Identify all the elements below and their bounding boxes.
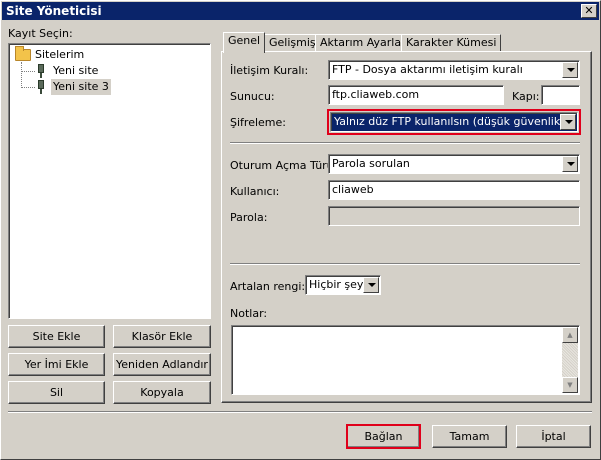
ok-button[interactable]: Tamam (432, 425, 507, 448)
encryption-label: Şifreleme: (230, 116, 286, 129)
tree-item-label: Sitelerim (35, 48, 85, 61)
logon-type-select[interactable]: Parola sorulan (328, 154, 580, 174)
title-bar: Site Yöneticisi ✕ (2, 2, 599, 20)
encryption-select[interactable]: Yalnız düz FTP kullanılsın (düşük güvenl… (327, 109, 581, 135)
notes-scrollbar[interactable]: ▲ ▼ (562, 327, 578, 393)
close-icon[interactable]: ✕ (581, 4, 597, 18)
port-label: Kapı: (512, 90, 540, 103)
copy-button[interactable]: Kopyala (113, 381, 211, 404)
site-tree[interactable]: Sitelerim Yeni site Yeni site 3 (8, 43, 211, 319)
user-label: Kullanıcı: (230, 185, 280, 198)
tree-connector (21, 62, 22, 88)
port-input[interactable] (541, 85, 580, 105)
divider (230, 142, 580, 144)
host-label: Sunucu: (230, 90, 275, 103)
password-input[interactable] (328, 206, 580, 226)
bg-color-select[interactable]: Hiçbir şey (305, 275, 381, 295)
cancel-button[interactable]: İptal (516, 425, 591, 448)
add-bookmark-button[interactable]: Yer İmi Ekle (8, 353, 105, 376)
tree-connector (21, 71, 35, 72)
encryption-value: Yalnız düz FTP kullanılsın (düşük güvenl… (334, 115, 565, 128)
password-label: Parola: (230, 211, 268, 224)
tab-general[interactable]: Genel (223, 32, 266, 53)
footer-divider (8, 411, 592, 413)
folder-icon (15, 46, 31, 61)
notes-textarea[interactable]: ▲ ▼ (231, 325, 580, 395)
delete-button[interactable]: Sil (8, 381, 105, 404)
add-folder-button[interactable]: Klasör Ekle (113, 325, 211, 348)
chevron-down-icon[interactable] (562, 62, 578, 78)
user-input[interactable]: cliaweb (328, 180, 580, 200)
server-icon (37, 64, 45, 78)
site-manager-window: Site Yöneticisi ✕ Kayıt Seçin: Sitelerim… (0, 0, 601, 460)
chevron-down-icon[interactable] (363, 277, 379, 293)
tree-connector (21, 87, 35, 88)
logon-type-value: Parola sorulan (332, 157, 410, 170)
window-title: Site Yöneticisi (6, 4, 102, 18)
server-icon (37, 80, 45, 94)
tree-item-label: Yeni site (53, 64, 99, 77)
tab-transfer-settings[interactable]: Aktarım Ayarları (315, 34, 414, 52)
bg-color-value: Hiçbir şey (309, 278, 364, 291)
tree-item-label: Yeni site 3 (51, 79, 111, 95)
protocol-label: İletişim Kuralı: (230, 64, 309, 77)
scroll-up-icon[interactable]: ▲ (562, 327, 578, 343)
notes-label: Notlar: (230, 307, 268, 320)
tab-advanced[interactable]: Gelişmiş (264, 34, 321, 52)
rename-button[interactable]: Yeniden Adlandır (113, 353, 211, 376)
bg-color-label: Artalan rengi: (230, 280, 306, 293)
chevron-down-icon[interactable] (562, 156, 578, 172)
protocol-value: FTP - Dosya aktarımı iletişim kuralı (332, 63, 523, 76)
scroll-down-icon[interactable]: ▼ (562, 377, 578, 393)
select-entry-label: Kayıt Seçin: (8, 27, 73, 40)
tab-charset[interactable]: Karakter Kümesi (401, 34, 502, 52)
host-input[interactable]: ftp.cliaweb.com (328, 85, 504, 105)
protocol-select[interactable]: FTP - Dosya aktarımı iletişim kuralı (328, 60, 580, 80)
chevron-down-icon[interactable] (560, 114, 576, 130)
logon-type-label: Oturum Açma Türü: (230, 159, 338, 172)
add-site-button[interactable]: Site Ekle (8, 325, 105, 348)
connect-button[interactable]: Bağlan (346, 424, 421, 449)
divider (230, 263, 580, 265)
